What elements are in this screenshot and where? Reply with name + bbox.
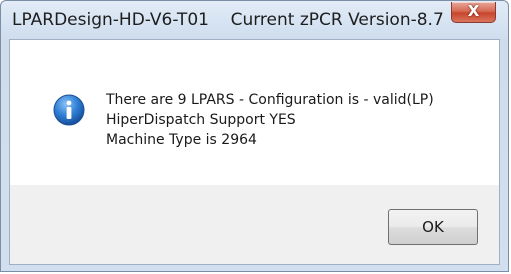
info-icon bbox=[53, 94, 85, 126]
dialog-body: There are 9 LPARS - Configuration is - v… bbox=[9, 39, 500, 265]
title-bar[interactable]: LPARDesign-HD-V6-T01 Current zPCR Versio… bbox=[1, 1, 508, 39]
message-line-2: HiperDispatch Support YES bbox=[106, 112, 296, 128]
message-area: There are 9 LPARS - Configuration is - v… bbox=[10, 40, 499, 185]
close-icon: X bbox=[467, 2, 480, 20]
message-dialog: LPARDesign-HD-V6-T01 Current zPCR Versio… bbox=[0, 0, 509, 272]
close-button[interactable]: X bbox=[451, 2, 496, 23]
window-title: LPARDesign-HD-V6-T01 Current zPCR Versio… bbox=[12, 10, 444, 30]
message-text: There are 9 LPARS - Configuration is - v… bbox=[106, 90, 434, 150]
message-line-1: There are 9 LPARS - Configuration is - v… bbox=[106, 92, 434, 108]
message-line-3: Machine Type is 2964 bbox=[106, 132, 257, 148]
ok-button[interactable]: OK bbox=[388, 209, 478, 245]
